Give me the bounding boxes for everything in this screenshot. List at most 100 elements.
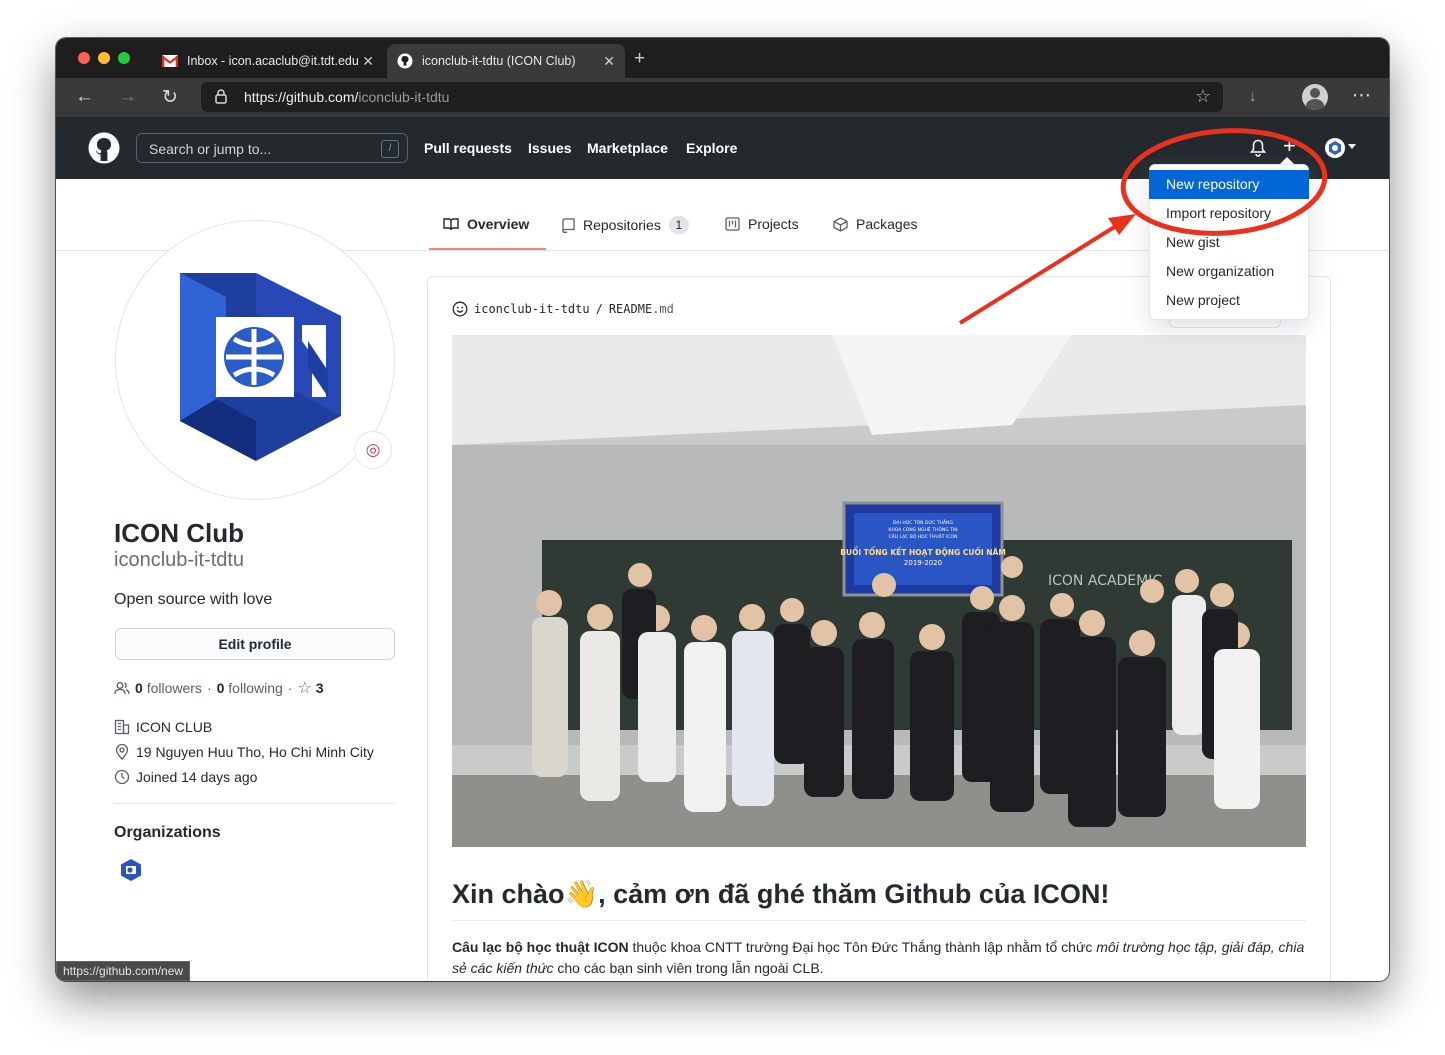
sidebar-divider xyxy=(114,803,395,804)
status-bar-url: https://github.com/new xyxy=(56,961,191,981)
profile-avatar[interactable] xyxy=(115,220,395,500)
smiley-icon[interactable] xyxy=(452,301,468,317)
target-icon[interactable]: ◎ xyxy=(354,431,392,469)
menu-import-repository[interactable]: Import repository xyxy=(1149,199,1309,228)
reload-icon[interactable]: ↻ xyxy=(162,86,178,109)
readme-heading: Xin chào👋, cảm ơn đã ghé thăm Github của… xyxy=(452,879,1110,909)
notification-bell-icon[interactable] xyxy=(1250,139,1266,157)
tab-repositories[interactable]: Repositories 1 xyxy=(562,216,689,234)
organizations-heading: Organizations xyxy=(114,824,221,841)
close-tab-icon[interactable]: ✕ xyxy=(362,53,374,70)
separator-dot: · xyxy=(206,680,212,696)
browser-tab-bar: Inbox - icon.acaclub@it.tdt.edu.vn ✕ ico… xyxy=(56,38,1389,78)
following-label: following xyxy=(228,680,283,696)
dropdown-caret xyxy=(1280,157,1294,164)
tab-projects[interactable]: Projects xyxy=(725,216,799,232)
url-host: https://github.com/ xyxy=(244,89,359,105)
menu-new-repository[interactable]: New repository xyxy=(1149,170,1309,199)
stars-count: 3 xyxy=(315,680,324,696)
new-tab-plus-icon[interactable]: + xyxy=(634,48,645,70)
follow-stats: 0 followers · 0 following · ☆ 3 xyxy=(114,678,324,698)
profile-location: 19 Nguyen Huu Tho, Ho Chi Minh City xyxy=(114,744,374,760)
organization-building-icon xyxy=(114,719,130,735)
tab-projects-label: Projects xyxy=(748,216,799,232)
project-board-icon xyxy=(725,217,740,231)
readme-paragraph: Câu lạc bộ học thuật ICON thuộc khoa CNT… xyxy=(452,937,1306,979)
readme-path: iconclub-it-tdtu / README.md xyxy=(452,301,674,317)
back-arrow-icon[interactable]: ← xyxy=(75,86,94,108)
browser-menu-icon[interactable]: ⋯ xyxy=(1352,84,1371,107)
url-field[interactable]: https://github.com/iconclub-it-tdtu ☆ xyxy=(201,82,1223,112)
icon-club-org-logo-icon xyxy=(121,859,141,881)
nav-pull-requests[interactable]: Pull requests xyxy=(424,140,512,156)
search-placeholder: Search or jump to... xyxy=(149,141,272,157)
screen-year: 2019-2020 xyxy=(904,559,942,567)
browser-profile-avatar[interactable] xyxy=(1302,84,1328,110)
nav-explore[interactable]: Explore xyxy=(686,140,737,156)
avatar-chevron-down-icon[interactable] xyxy=(1348,144,1356,149)
browser-tab-inbox[interactable]: Inbox - icon.acaclub@it.tdt.edu.vn ✕ xyxy=(152,44,384,78)
tab-packages-label: Packages xyxy=(856,216,918,232)
minimize-window-button[interactable] xyxy=(98,52,110,64)
star-icon: ☆ xyxy=(297,680,312,697)
menu-new-project[interactable]: New project xyxy=(1149,286,1309,315)
icon-club-logo-icon xyxy=(180,273,341,461)
annotation-arrow-head xyxy=(1108,214,1136,235)
tab-label: iconclub-it-tdtu (ICON Club) xyxy=(422,54,576,68)
nav-issues[interactable]: Issues xyxy=(528,140,572,156)
group-photo-image: ĐẠI HỌC TÔN ĐỨC THẮNG KHOA CÔNG NGHỆ THÔ… xyxy=(452,335,1306,847)
profile-company: ICON CLUB xyxy=(114,719,212,735)
package-icon xyxy=(833,216,848,232)
repositories-count-badge: 1 xyxy=(668,216,689,234)
organization-avatar[interactable] xyxy=(119,858,143,882)
profile-bio: Open source with love xyxy=(114,591,273,608)
screen-title: BUỔI TỔNG KẾT HOẠT ĐỘNG CUỐI NĂM xyxy=(840,547,1006,557)
location-text: 19 Nguyen Huu Tho, Ho Chi Minh City xyxy=(136,744,374,760)
tab-label: Inbox - icon.acaclub@it.tdt.edu.vn xyxy=(187,54,359,68)
close-window-button[interactable] xyxy=(78,52,90,64)
tab-packages[interactable]: Packages xyxy=(833,216,917,232)
readme-filename: README xyxy=(608,302,653,316)
close-tab-icon[interactable]: ✕ xyxy=(603,53,615,70)
readme-file-link[interactable]: README.md xyxy=(609,302,674,316)
search-input[interactable]: Search or jump to... / xyxy=(136,133,408,163)
browser-tab-github[interactable]: iconclub-it-tdtu (ICON Club) ✕ xyxy=(387,44,625,78)
profile-name: ICON Club xyxy=(114,518,244,548)
followers-label: followers xyxy=(146,680,202,696)
tab-overview[interactable]: Overview xyxy=(443,216,529,232)
browser-window: Inbox - icon.acaclub@it.tdt.edu.vn ✕ ico… xyxy=(56,38,1389,981)
stars-link[interactable]: ☆ 3 xyxy=(297,678,323,698)
favorite-star-icon[interactable]: ☆ xyxy=(1195,86,1211,107)
user-avatar-menu[interactable] xyxy=(1325,138,1345,158)
repo-icon xyxy=(562,217,575,233)
profile-login: iconclub-it-tdtu xyxy=(114,549,245,571)
nav-marketplace[interactable]: Marketplace xyxy=(587,140,668,156)
download-icon[interactable]: ↓ xyxy=(1249,88,1257,105)
create-new-plus-icon[interactable]: + xyxy=(1283,133,1296,159)
readme-owner-link[interactable]: iconclub-it-tdtu xyxy=(474,302,590,316)
followers-link[interactable]: 0 followers xyxy=(135,680,202,696)
following-count: 0 xyxy=(216,680,225,696)
following-link[interactable]: 0 following xyxy=(217,680,283,696)
github-logo-icon[interactable] xyxy=(88,132,120,164)
profile-joined: Joined 14 days ago xyxy=(114,769,257,785)
edit-profile-button[interactable]: Edit profile xyxy=(115,628,395,660)
path-separator: / xyxy=(595,302,603,316)
book-icon xyxy=(443,218,459,231)
search-shortcut-badge: / xyxy=(381,140,399,158)
para-text-1: thuộc khoa CNTT trường Đại học Tôn Đức T… xyxy=(628,939,1097,955)
people-icon xyxy=(114,682,130,695)
clock-icon xyxy=(114,769,130,785)
github-icon xyxy=(397,53,413,69)
menu-new-gist[interactable]: New gist xyxy=(1149,228,1309,257)
readme-group-photo: ĐẠI HỌC TÔN ĐỨC THẮNG KHOA CÔNG NGHỆ THÔ… xyxy=(452,335,1306,847)
zoom-window-button[interactable] xyxy=(118,52,130,64)
tab-repositories-label: Repositories xyxy=(583,217,661,233)
forward-arrow-icon[interactable]: → xyxy=(118,86,137,108)
location-pin-icon xyxy=(115,744,129,760)
tab-overview-label: Overview xyxy=(467,216,530,232)
menu-new-organization[interactable]: New organization xyxy=(1149,257,1309,286)
heading-rule xyxy=(452,920,1306,921)
para-text-2: cho các bạn sinh viên trong lẫn ngoài CL… xyxy=(553,960,824,976)
followers-count: 0 xyxy=(135,680,143,696)
